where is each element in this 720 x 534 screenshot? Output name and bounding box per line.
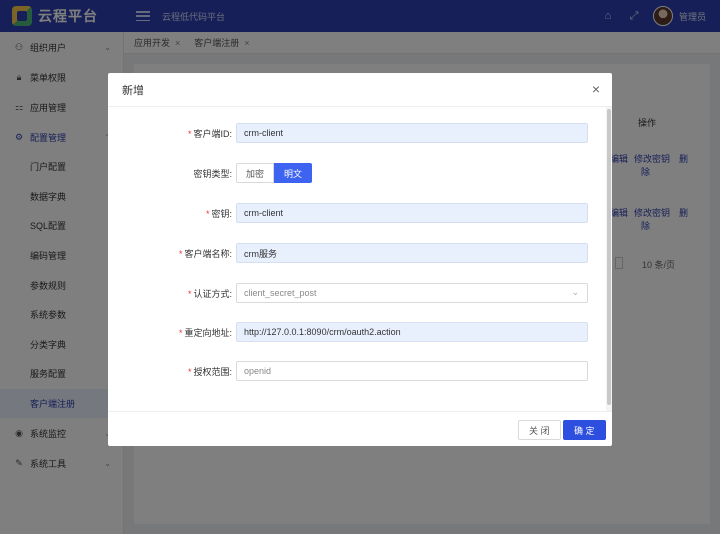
- key-type-encrypted-button[interactable]: 加密: [236, 163, 275, 183]
- form-row-key-type: 密钥类型: 加密 明文: [108, 163, 608, 183]
- key-type-label: 密钥类型:: [193, 168, 232, 179]
- dialog-footer: 关 闭 确 定: [108, 411, 612, 446]
- auth-method-select[interactable]: client_secret_post ⌄: [236, 283, 588, 303]
- form-row-client-id: * 客户端ID: crm-client: [108, 123, 608, 143]
- scope-input[interactable]: openid: [236, 361, 588, 381]
- form-row-client-name: * 客户端名称: crm服务: [108, 243, 608, 263]
- add-dialog: 新增 × * 客户端ID: crm-client 密钥类型: 加密 明文 * 密钥:…: [108, 73, 612, 446]
- redirect-label: 重定向地址:: [184, 327, 232, 338]
- chevron-down-icon: ⌄: [571, 287, 579, 297]
- dialog-scrollbar[interactable]: [606, 107, 612, 411]
- form-row-auth-method: * 认证方式: client_secret_post ⌄: [108, 283, 608, 303]
- confirm-button[interactable]: 确 定: [563, 420, 606, 440]
- scope-label: 授权范围:: [193, 366, 232, 377]
- client-name-label: 客户端名称:: [184, 248, 232, 259]
- dialog-header: 新增: [108, 73, 612, 107]
- close-icon[interactable]: ×: [592, 82, 600, 96]
- form-row-secret: * 密钥: crm-client: [108, 203, 608, 223]
- secret-input[interactable]: crm-client: [236, 203, 588, 223]
- scrollbar-thumb[interactable]: [607, 109, 611, 405]
- close-button[interactable]: 关 闭: [518, 420, 561, 440]
- form-row-redirect: * 重定向地址: http://127.0.0.1:8090/crm/oauth2…: [108, 322, 608, 342]
- form-row-scope: * 授权范围: openid: [108, 361, 608, 381]
- key-type-plaintext-button[interactable]: 明文: [274, 163, 313, 183]
- auth-method-label: 认证方式:: [193, 288, 232, 299]
- secret-label: 密钥:: [211, 208, 232, 219]
- client-name-input[interactable]: crm服务: [236, 243, 588, 263]
- dialog-body: * 客户端ID: crm-client 密钥类型: 加密 明文 * 密钥: crm-…: [108, 107, 612, 411]
- dialog-title: 新增: [122, 84, 144, 97]
- redirect-url-input[interactable]: http://127.0.0.1:8090/crm/oauth2.action: [236, 322, 588, 342]
- client-id-label: 客户端ID:: [193, 128, 232, 139]
- client-id-input[interactable]: crm-client: [236, 123, 588, 143]
- key-type-toggle: 加密 明文: [236, 163, 313, 183]
